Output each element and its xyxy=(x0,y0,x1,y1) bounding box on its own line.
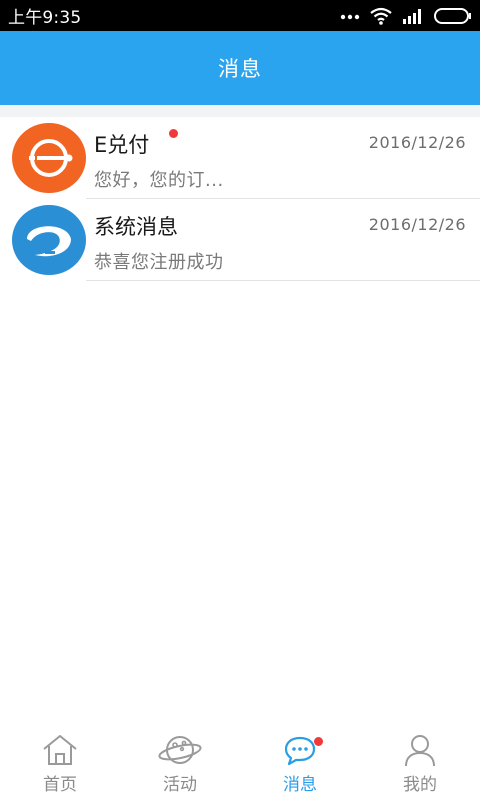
system-logo-icon xyxy=(12,205,86,275)
more-dots-icon xyxy=(340,12,360,20)
e-duifu-logo-icon xyxy=(12,123,86,193)
tab-activity[interactable]: 活动 xyxy=(120,726,240,800)
status-time: 上午9:35 xyxy=(8,8,82,28)
page-title: 消息 xyxy=(218,57,262,81)
status-icons xyxy=(340,0,472,31)
tab-label: 消息 xyxy=(283,775,317,795)
message-item-eduifu[interactable]: E兑付 2016/12/26 您好，您的订... xyxy=(0,117,480,199)
bottom-nav: 首页 活动 消息 我的 xyxy=(0,726,480,800)
battery-icon xyxy=(434,7,472,25)
message-preview: 您好，您的订... xyxy=(94,170,224,191)
home-icon xyxy=(41,731,79,769)
tab-profile[interactable]: 我的 xyxy=(360,726,480,800)
tab-label: 活动 xyxy=(163,775,197,795)
tab-label: 我的 xyxy=(403,775,437,795)
header-gap xyxy=(0,105,480,117)
signal-icon xyxy=(402,8,424,24)
unread-badge xyxy=(169,129,178,138)
chat-bubble-icon xyxy=(283,731,323,769)
message-item-system[interactable]: 系统消息 2016/12/26 恭喜您注册成功 xyxy=(0,199,480,281)
message-preview: 恭喜您注册成功 xyxy=(94,252,224,273)
status-bar: 上午9:35 xyxy=(0,0,480,31)
app-header: 消息 xyxy=(0,31,480,105)
person-icon xyxy=(403,731,437,769)
tab-messages[interactable]: 消息 xyxy=(240,726,360,800)
message-title: E兑付 xyxy=(94,133,150,157)
wifi-icon xyxy=(370,7,392,25)
tab-label: 首页 xyxy=(43,775,77,795)
planet-icon xyxy=(157,731,203,769)
message-title: 系统消息 xyxy=(94,215,178,239)
tab-badge xyxy=(314,737,323,746)
message-list: E兑付 2016/12/26 您好，您的订... 系统消息 2016/12/26… xyxy=(0,117,480,281)
divider xyxy=(86,280,480,281)
message-date: 2016/12/26 xyxy=(368,215,466,234)
message-date: 2016/12/26 xyxy=(368,133,466,152)
tab-home[interactable]: 首页 xyxy=(0,726,120,800)
